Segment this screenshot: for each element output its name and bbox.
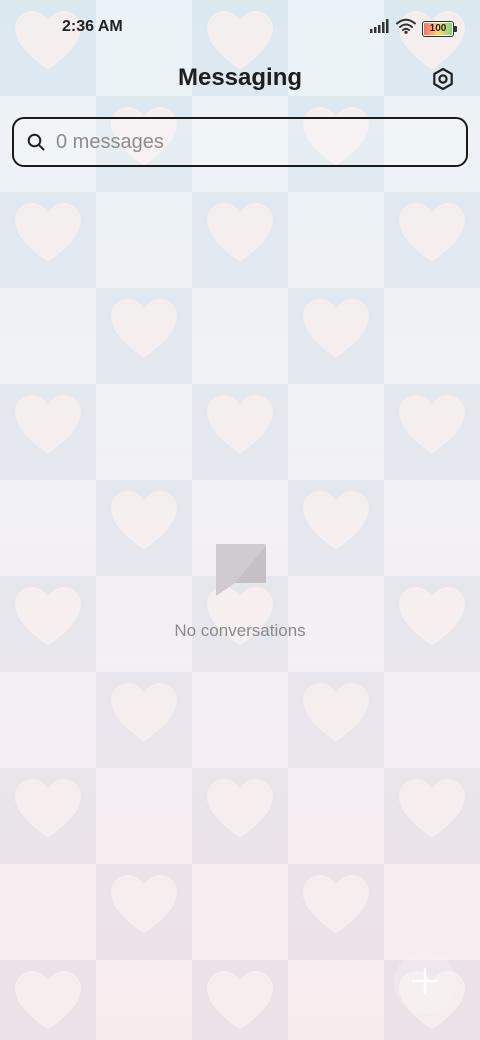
search-input[interactable] (56, 130, 436, 154)
wallpaper-tile (96, 864, 192, 960)
wallpaper-tile (0, 192, 96, 288)
wallpaper-tile (384, 672, 480, 768)
wallpaper-tile (192, 960, 288, 1040)
heart-icon (207, 203, 273, 262)
wallpaper-tile (0, 384, 96, 480)
wallpaper-tile (0, 288, 96, 384)
empty-state-text: No conversations (174, 621, 306, 640)
wallpaper-tile (288, 960, 384, 1040)
wallpaper-tile (192, 192, 288, 288)
heart-icon (399, 203, 465, 262)
heart-icon (15, 779, 81, 838)
wallpaper-tile (0, 960, 96, 1040)
wifi-icon (396, 18, 416, 39)
wallpaper-tile (96, 672, 192, 768)
heart-icon (111, 683, 177, 742)
compose-button[interactable] (394, 952, 456, 1014)
heart-icon (399, 779, 465, 838)
wallpaper-tile (384, 768, 480, 864)
wallpaper-tile (288, 192, 384, 288)
empty-state: No conversations (0, 543, 480, 641)
heart-icon (399, 395, 465, 454)
plus-icon (411, 967, 439, 1000)
wallpaper-tile (96, 768, 192, 864)
status-icons: 100 (370, 18, 457, 39)
wallpaper-tile (0, 672, 96, 768)
heart-icon (15, 203, 81, 262)
settings-icon (431, 67, 455, 96)
battery-level: 100 (429, 22, 447, 34)
heart-icon (207, 779, 273, 838)
heart-icon (207, 395, 273, 454)
heart-icon (303, 875, 369, 934)
wallpaper-tile (288, 768, 384, 864)
wallpaper-tile (288, 864, 384, 960)
wallpaper-tile (96, 192, 192, 288)
wallpaper-tile (0, 864, 96, 960)
wallpaper-tile (192, 864, 288, 960)
wallpaper-tile (384, 384, 480, 480)
status-time: 2:36 AM (62, 18, 123, 35)
status-bar: 2:36 AM 100 (0, 0, 480, 56)
wallpaper-tile (0, 768, 96, 864)
battery-icon: 100 (422, 20, 457, 37)
page-title: Messaging (177, 64, 303, 91)
heart-icon (111, 299, 177, 358)
settings-button[interactable] (428, 66, 458, 96)
wallpaper-tile (192, 384, 288, 480)
wallpaper-tile (384, 288, 480, 384)
search-bar[interactable] (12, 117, 468, 167)
wallpaper-tile (384, 864, 480, 960)
wallpaper-tile (288, 384, 384, 480)
wallpaper-tile (288, 672, 384, 768)
search-icon (26, 132, 46, 152)
heart-icon (303, 683, 369, 742)
battery-cap (454, 25, 457, 32)
wallpaper-tile (192, 288, 288, 384)
heart-icon (303, 299, 369, 358)
wallpaper-tile (288, 288, 384, 384)
empty-chat-icon (213, 543, 267, 597)
heart-icon (15, 395, 81, 454)
wallpaper-tile (96, 384, 192, 480)
heart-icon (15, 971, 81, 1030)
signal-icon (370, 19, 390, 38)
wallpaper-tile (96, 288, 192, 384)
wallpaper-tile (384, 192, 480, 288)
heart-icon (111, 875, 177, 934)
heart-icon (207, 971, 273, 1030)
wallpaper-tile (192, 768, 288, 864)
wallpaper-tile (96, 960, 192, 1040)
wallpaper-tile (192, 672, 288, 768)
